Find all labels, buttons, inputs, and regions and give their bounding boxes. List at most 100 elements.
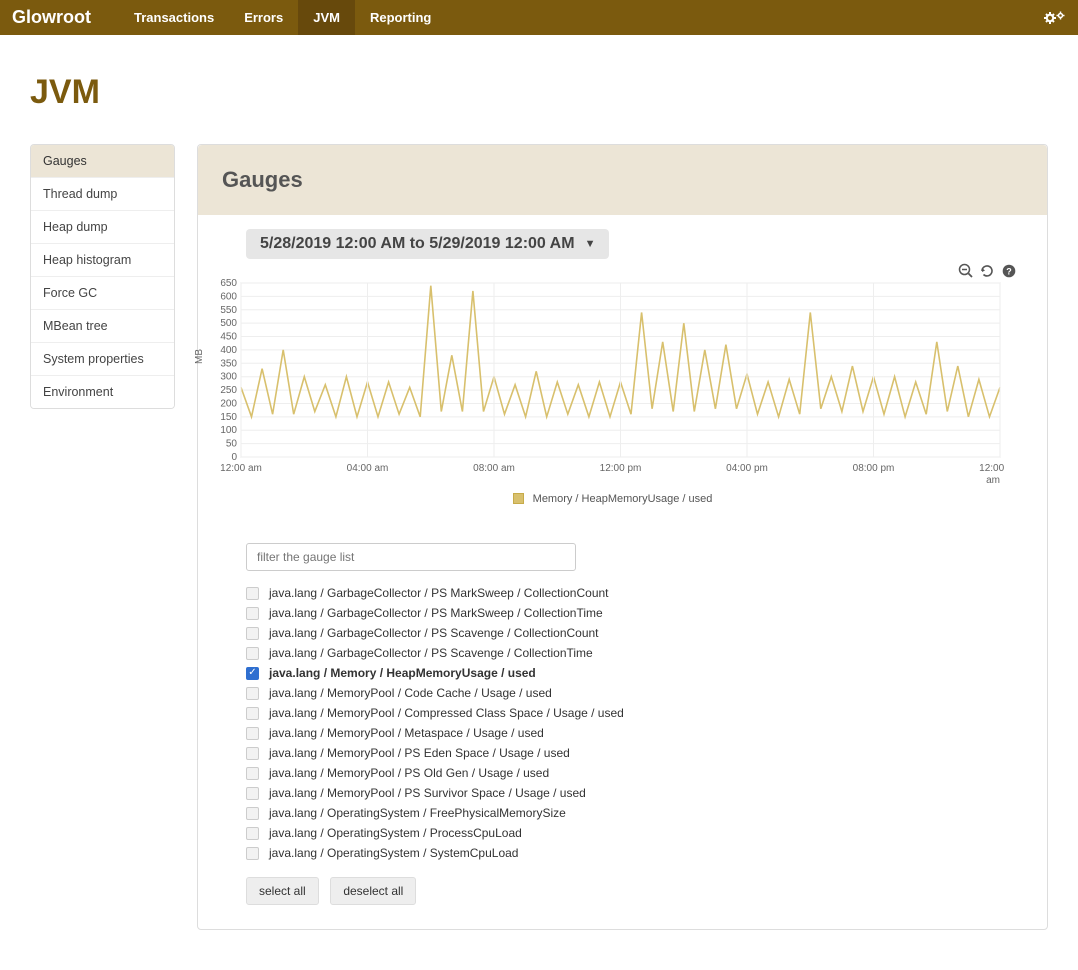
y-axis-label: MB (194, 349, 205, 364)
gauge-label: java.lang / OperatingSystem / ProcessCpu… (269, 826, 522, 840)
svg-text:650: 650 (220, 278, 237, 289)
svg-text:08:00 pm: 08:00 pm (853, 463, 895, 474)
sidenav-item-mbean-tree[interactable]: MBean tree (31, 310, 174, 343)
panel-title: Gauges (198, 145, 1047, 215)
gauge-item[interactable]: java.lang / GarbageCollector / PS Scaven… (246, 643, 1019, 663)
sidenav-item-heap-histogram[interactable]: Heap histogram (31, 244, 174, 277)
svg-text:am: am (986, 475, 1000, 486)
gauge-label: java.lang / OperatingSystem / SystemCpuL… (269, 846, 518, 860)
gauge-item[interactable]: java.lang / GarbageCollector / PS Scaven… (246, 623, 1019, 643)
gauge-label: java.lang / MemoryPool / PS Old Gen / Us… (269, 766, 549, 780)
gauge-item[interactable]: java.lang / OperatingSystem / FreePhysic… (246, 803, 1019, 823)
svg-text:12:00 am: 12:00 am (979, 463, 1006, 474)
gauge-item[interactable]: java.lang / MemoryPool / PS Survivor Spa… (246, 783, 1019, 803)
gauge-checkbox[interactable] (246, 827, 259, 840)
select-all-button[interactable]: select all (246, 877, 319, 905)
nav-right (1044, 10, 1066, 26)
svg-text:600: 600 (220, 291, 237, 302)
gauge-item[interactable]: java.lang / Memory / HeapMemoryUsage / u… (246, 663, 1019, 683)
caret-down-icon: ▼ (585, 238, 596, 250)
gauge-checkbox[interactable] (246, 787, 259, 800)
gauge-list: java.lang / GarbageCollector / PS MarkSw… (246, 583, 1019, 863)
svg-text:0: 0 (231, 452, 237, 463)
gauge-item[interactable]: java.lang / MemoryPool / PS Eden Space /… (246, 743, 1019, 763)
gauge-label: java.lang / MemoryPool / Metaspace / Usa… (269, 726, 544, 740)
svg-text:250: 250 (220, 385, 237, 396)
sidenav: GaugesThread dumpHeap dumpHeap histogram… (30, 144, 175, 409)
sidenav-item-environment[interactable]: Environment (31, 376, 174, 408)
gauge-checkbox[interactable] (246, 587, 259, 600)
svg-text:550: 550 (220, 305, 237, 316)
date-range-label: 5/28/2019 12:00 AM to 5/29/2019 12:00 AM (260, 235, 575, 253)
gauge-item[interactable]: java.lang / GarbageCollector / PS MarkSw… (246, 603, 1019, 623)
gauge-checkbox[interactable] (246, 627, 259, 640)
sidenav-item-gauges[interactable]: Gauges (31, 145, 174, 178)
gauge-checkbox[interactable] (246, 667, 259, 680)
nav-links: TransactionsErrorsJVMReporting (119, 0, 446, 35)
gauge-item[interactable]: java.lang / MemoryPool / Code Cache / Us… (246, 683, 1019, 703)
svg-text:200: 200 (220, 398, 237, 409)
sidenav-item-thread-dump[interactable]: Thread dump (31, 178, 174, 211)
svg-text:100: 100 (220, 425, 237, 436)
gauge-checkbox[interactable] (246, 747, 259, 760)
nav-link-jvm[interactable]: JVM (298, 0, 355, 35)
svg-text:08:00 am: 08:00 am (473, 463, 515, 474)
gauge-label: java.lang / OperatingSystem / FreePhysic… (269, 806, 566, 820)
svg-text:350: 350 (220, 358, 237, 369)
gauge-item[interactable]: java.lang / OperatingSystem / SystemCpuL… (246, 843, 1019, 863)
gauge-checkbox[interactable] (246, 707, 259, 720)
date-range-picker[interactable]: 5/28/2019 12:00 AM to 5/29/2019 12:00 AM… (246, 229, 609, 259)
chart-wrap: MB 0501001502002503003504004505005506006… (206, 277, 1019, 505)
gauge-checkbox[interactable] (246, 847, 259, 860)
gauge-label: java.lang / GarbageCollector / PS Scaven… (269, 626, 599, 640)
gauge-item[interactable]: java.lang / MemoryPool / PS Old Gen / Us… (246, 763, 1019, 783)
gauge-label: java.lang / MemoryPool / Code Cache / Us… (269, 686, 552, 700)
svg-text:150: 150 (220, 412, 237, 423)
chart-legend: Memory / HeapMemoryUsage / used (206, 493, 1019, 505)
gauge-label: java.lang / MemoryPool / Compressed Clas… (269, 706, 624, 720)
sidenav-item-system-properties[interactable]: System properties (31, 343, 174, 376)
gauge-item[interactable]: java.lang / MemoryPool / Metaspace / Usa… (246, 723, 1019, 743)
svg-text:12:00 pm: 12:00 pm (600, 463, 642, 474)
svg-text:400: 400 (220, 345, 237, 356)
panel: Gauges 5/28/2019 12:00 AM to 5/29/2019 1… (197, 144, 1048, 930)
sidenav-item-heap-dump[interactable]: Heap dump (31, 211, 174, 244)
gauge-item[interactable]: java.lang / MemoryPool / Compressed Clas… (246, 703, 1019, 723)
gauge-label: java.lang / GarbageCollector / PS MarkSw… (269, 586, 609, 600)
legend-label: Memory / HeapMemoryUsage / used (533, 493, 713, 505)
gauge-label: java.lang / Memory / HeapMemoryUsage / u… (269, 666, 536, 680)
gauge-checkbox[interactable] (246, 647, 259, 660)
chart[interactable]: 0 50 100 150 200 250 300 350 400 450 500 550 600 650 1… (206, 277, 1006, 487)
brand[interactable]: Glowroot (12, 7, 91, 28)
nav-link-reporting[interactable]: Reporting (355, 0, 446, 35)
svg-text:50: 50 (226, 439, 238, 450)
gauge-checkbox[interactable] (246, 767, 259, 780)
sidenav-item-force-gc[interactable]: Force GC (31, 277, 174, 310)
svg-text:300: 300 (220, 372, 237, 383)
page: JVM GaugesThread dumpHeap dumpHeap histo… (0, 35, 1078, 970)
gauge-checkbox[interactable] (246, 727, 259, 740)
svg-text:12:00 am: 12:00 am (220, 463, 262, 474)
svg-text:450: 450 (220, 332, 237, 343)
svg-text:04:00 pm: 04:00 pm (726, 463, 768, 474)
gauge-filter-input[interactable] (246, 543, 576, 571)
page-title: JVM (30, 73, 1048, 112)
gauge-label: java.lang / GarbageCollector / PS Scaven… (269, 646, 593, 660)
nav-link-transactions[interactable]: Transactions (119, 0, 229, 35)
gauge-item[interactable]: java.lang / OperatingSystem / ProcessCpu… (246, 823, 1019, 843)
deselect-all-button[interactable]: deselect all (330, 877, 416, 905)
gauge-checkbox[interactable] (246, 807, 259, 820)
nav-link-errors[interactable]: Errors (229, 0, 298, 35)
svg-text:500: 500 (220, 318, 237, 329)
bulk-buttons: select all deselect all (246, 877, 1019, 905)
gauge-label: java.lang / MemoryPool / PS Eden Space /… (269, 746, 570, 760)
gauge-checkbox[interactable] (246, 607, 259, 620)
svg-text:?: ? (1006, 267, 1012, 277)
legend-swatch (513, 493, 524, 504)
gauge-checkbox[interactable] (246, 687, 259, 700)
svg-text:04:00 am: 04:00 am (347, 463, 389, 474)
gauge-item[interactable]: java.lang / GarbageCollector / PS MarkSw… (246, 583, 1019, 603)
navbar: Glowroot TransactionsErrorsJVMReporting (0, 0, 1078, 35)
gauge-label: java.lang / MemoryPool / PS Survivor Spa… (269, 786, 586, 800)
gears-icon[interactable] (1044, 10, 1066, 26)
